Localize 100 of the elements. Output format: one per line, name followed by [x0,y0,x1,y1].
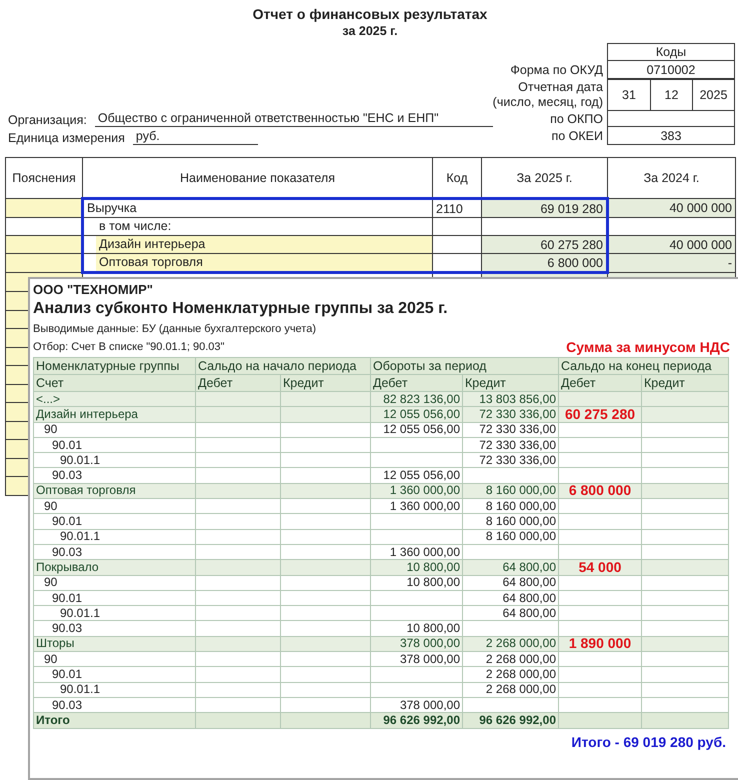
indicator-name: Оптовая торговля [96,254,432,271]
report-title: Отчет о финансовых результатах [252,6,488,23]
organization-value: Общество с ограниченной ответственностью "ЕНС и ЕНП" [94,111,493,127]
table-cell: 90.01 [34,514,196,530]
amount-cell: 10 800,00 [370,620,462,636]
summary-text: Итого - 69 019 280 руб. [570,732,727,751]
amount-cell: 1 360 000,00 [370,483,462,499]
amount-cell: 2 268 000,00 [462,666,558,682]
table-cell: 90.03 [34,620,196,636]
amount-cell: 8 160 000,00 [462,529,558,544]
table-cell: 90.03 [34,468,196,484]
output-data-text: Выводимые данные: БУ (данные бухгалтерского учета) [33,322,317,337]
amount-cell: 72 330 336,00 [462,406,558,422]
amount-cell: 60 275 280 [482,236,608,254]
amount-cell: 96 626 992,00 [370,712,462,728]
amount-cell: 40 000 000 [608,236,736,254]
table-cell: Оптовая торговля [34,483,196,499]
explanation-cell[interactable] [6,198,82,218]
table-cell: <...> [34,392,196,407]
column-group-header: Сальдо на конец периода [558,358,729,374]
table-cell: 90 [34,498,196,514]
amount-cell: 378 000,00 [370,652,462,667]
table-cell: 90 [34,575,196,590]
table-cell: Покрывало [34,560,196,576]
amount-cell: 82 823 136,00 [370,392,462,407]
indicator-name: Дизайн интерьера [96,236,432,253]
okpo-label: по ОКПО [549,112,604,126]
column-header: Пояснения [6,158,82,198]
table-cell: 90 [34,652,196,667]
column-header: Кредит [280,374,370,392]
organization-label: Организация: [8,113,87,127]
explanation-cell[interactable] [6,254,82,272]
unit-value: руб. [132,129,258,145]
report-period: за 2025 г. [341,23,399,39]
amount-cell: 12 055 056,00 [370,468,462,484]
column-group-header: Сальдо на начало периода [196,358,370,374]
amount-cell: 10 800,00 [370,560,462,576]
column-header: Кредит [462,374,558,392]
column-header: Наименование показателя [82,158,432,198]
table-cell: 90.01.1 [34,606,196,621]
table-cell: Итого [34,712,196,728]
amount-cell: 378 000,00 [370,636,462,652]
amount-cell: 64 800,00 [462,606,558,621]
column-group-header: Номенклатурные группы [34,358,196,374]
amount-cell: 64 800,00 [462,575,558,590]
date-year: 2025 [692,80,734,110]
net-amount: 6 800 000 [558,483,642,499]
amount-cell: 96 626 992,00 [462,712,558,728]
amount-cell: 2 268 000,00 [462,682,558,698]
table-cell: 90.01.1 [34,682,196,698]
amount-cell: 13 803 856,00 [462,392,558,407]
amount-cell: 1 360 000,00 [370,498,462,514]
column-header: Дебет [196,374,280,392]
okud-code: 0710002 [607,60,735,79]
codes-heading: Коды [607,43,735,61]
table-cell: 90.01.1 [34,452,196,468]
net-amount: 1 890 000 [558,636,642,652]
amount-cell: 8 160 000,00 [462,498,558,514]
okei-code: 383 [607,126,735,145]
amount-cell: 8 160 000,00 [462,483,558,499]
amount-cell: 12 055 056,00 [370,406,462,422]
date-month: 12 [650,80,692,110]
explanation-cell[interactable] [6,236,82,254]
date-day: 31 [608,80,650,110]
amount-cell: 10 800,00 [370,575,462,590]
okud-label: Форма по ОКУД [509,62,604,78]
amount-cell: 64 800,00 [462,560,558,576]
amount-cell: 2 268 000,00 [462,636,558,652]
table-cell: 90.01 [34,666,196,682]
table-cell: Шторы [34,636,196,652]
amount-cell: 2 268 000,00 [462,652,558,667]
report-title: Анализ субконто Номенклатурные группы за 2025 г. [33,299,449,319]
table-cell: 90.01 [34,437,196,453]
company-name: ООО "ТЕХНОМИР" [33,282,154,298]
net-amount: 60 275 280 [558,406,642,422]
date-label: Отчетная дата (число, месяц, год) [492,80,604,110]
amount-cell: 72 330 336,00 [462,437,558,453]
table-cell: 90.01 [34,590,196,606]
amount-cell: 69 019 280 [482,198,608,218]
indicator-name: в том числе: [98,218,172,235]
filter-text: Отбор: Счет В списке "90.01.1; 90.03" [33,340,224,355]
amount-cell: 8 160 000,00 [462,514,558,530]
table-cell: 90 [34,422,196,438]
column-header: Дебет [558,374,642,392]
amount-cell: 40 000 000 [608,198,736,218]
column-header: Код [432,158,482,198]
amount-cell: 72 330 336,00 [462,452,558,468]
amount-cell: 6 800 000 [482,254,608,272]
column-header: Кредит [642,374,729,392]
amount-cell: 64 800,00 [462,590,558,606]
table-cell: 90.01.1 [34,529,196,544]
table-cell: Дизайн интерьера [34,406,196,422]
column-group-header: Обороты за период [370,358,558,374]
amount-cell: - [608,254,736,272]
net-amount: 54 000 [558,560,642,576]
column-header: Дебет [370,374,462,392]
okei-label: по ОКЕИ [550,128,604,144]
amount-cell: 12 055 056,00 [370,422,462,438]
amount-cell: 72 330 336,00 [462,422,558,438]
annotation-text: Сумма за минусом НДС [566,338,730,356]
